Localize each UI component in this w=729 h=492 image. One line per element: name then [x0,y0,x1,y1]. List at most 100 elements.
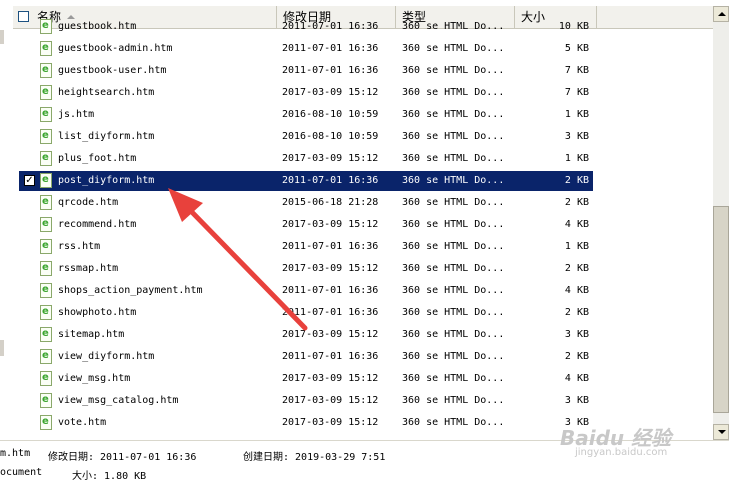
file-name: rss.htm [58,241,101,252]
pane-edge-segment [0,30,4,44]
file-date: 2011-07-01 16:36 [282,65,379,76]
file-type: 360 se HTML Do... [402,263,505,274]
file-row[interactable]: guestbook-user.htm 2011-07-01 16:36 360 se… [13,60,713,82]
file-row[interactable]: guestbook.htm 2011-07-01 16:36 360 se HTML… [13,16,713,38]
file-size: 10 KB [558,21,589,32]
file-date: 2017-03-09 15:12 [282,417,379,428]
html-file-icon [40,349,52,364]
file-date: 2011-07-01 16:36 [282,43,379,54]
file-row[interactable]: js.htm 2016-08-10 10:59 360 se HTML Do... 1… [13,104,713,126]
file-date: 2017-03-09 15:12 [282,153,379,164]
file-type: 360 se HTML Do... [402,21,505,32]
file-type: 360 se HTML Do... [402,351,505,362]
file-type: 360 se HTML Do... [402,109,505,120]
file-list-view[interactable]: 名称 修改日期 类型 大小 guestbook.htm2011-07-01 16… [13,6,713,440]
file-date: 2017-03-09 15:12 [282,263,379,274]
file-size: 5 KB [564,43,589,54]
file-name: view_msg_catalog.htm [58,395,179,406]
vertical-scrollbar[interactable] [713,6,729,440]
html-file-icon [40,107,52,122]
file-type: 360 se HTML Do... [402,131,505,142]
file-size: 4 KB [564,219,589,230]
html-file-icon [40,393,52,408]
html-file-icon [40,217,52,232]
file-row[interactable]: rssmap.htm 2017-03-09 15:12 360 se HTML Do… [13,258,713,280]
file-row[interactable]: view_msg.htm 2017-03-09 15:12 360 se HTML … [13,368,713,390]
file-row[interactable]: qrcode.htm 2015-06-18 21:28 360 se HTML Do… [13,192,713,214]
file-row[interactable]: recommend.htm 2017-03-09 15:12 360 se HTML… [13,214,713,236]
file-name: guestbook-admin.htm [58,43,173,54]
html-file-icon [40,41,52,56]
file-type: 360 se HTML Do... [402,329,505,340]
file-type: 360 se HTML Do... [402,219,505,230]
file-row[interactable]: guestbook-admin.htm 2011-07-01 16:36 360 s… [13,38,713,60]
file-name: rssmap.htm [58,263,119,274]
scroll-up-button[interactable] [713,6,729,22]
file-name: js.htm [58,109,95,120]
details-created: 创建日期: 2019-03-29 7:51 [243,452,386,463]
file-type: 360 se HTML Do... [402,307,505,318]
file-row[interactable]: plus_foot.htm 2017-03-09 15:12 360 se HTML… [13,148,713,170]
file-row[interactable]: rss.htm 2011-07-01 16:36 360 se HTML Do...… [13,236,713,258]
file-row[interactable]: view_diyform.htm 2011-07-01 16:36 360 se H… [13,346,713,368]
file-type: 360 se HTML Do... [402,175,505,186]
file-name: view_msg.htm [58,373,131,384]
file-row[interactable]: ✓ post_diyform.htm 2011-07-01 16:36 360 se … [13,170,713,192]
file-row[interactable]: list_diyform.htm 2016-08-10 10:59 360 se H… [13,126,713,148]
file-size: 2 KB [564,175,589,186]
html-file-icon [40,19,52,34]
file-name: sitemap.htm [58,329,125,340]
file-row[interactable]: showphoto.htm 2011-07-01 16:36 360 se HTML… [13,302,713,324]
file-row[interactable]: sitemap.htm 2017-03-09 15:12 360 se HTML D… [13,324,713,346]
file-row[interactable]: heightsearch.htm 2017-03-09 15:12 360 se H… [13,82,713,104]
file-type: 360 se HTML Do... [402,153,505,164]
html-file-icon [40,195,52,210]
file-name: heightsearch.htm [58,87,155,98]
file-name: guestbook-user.htm [58,65,167,76]
file-name: vote.htm [58,417,107,428]
file-size: 4 KB [564,373,589,384]
file-size: 3 KB [564,329,589,340]
file-type: 360 se HTML Do... [402,87,505,98]
scrollbar-thumb[interactable] [713,206,729,413]
html-file-icon [40,415,52,430]
file-date: 2017-03-09 15:12 [282,373,379,384]
file-size: 2 KB [564,263,589,274]
file-size: 3 KB [564,131,589,142]
file-type: 360 se HTML Do... [402,241,505,252]
watermark-url: jingyan.baidu.com [575,447,668,458]
file-name: list_diyform.htm [58,131,155,142]
details-size: 大小: 1.80 KB [72,471,147,482]
html-file-icon [40,283,52,298]
file-row[interactable]: shops_action_payment.htm 2011-07-01 16:36… [13,280,713,302]
file-date: 2016-08-10 10:59 [282,131,379,142]
file-date: 2015-06-18 21:28 [282,197,379,208]
html-file-icon [40,173,52,188]
file-date: 2011-07-01 16:36 [282,285,379,296]
file-type: 360 se HTML Do... [402,65,505,76]
file-type: 360 se HTML Do... [402,43,505,54]
file-size: 7 KB [564,65,589,76]
details-filename: m.htm [0,448,31,459]
html-file-icon [40,129,52,144]
file-name: qrcode.htm [58,197,119,208]
file-date: 2011-07-01 16:36 [282,21,379,32]
file-type: 360 se HTML Do... [402,395,505,406]
file-size: 2 KB [564,307,589,318]
html-file-icon [40,371,52,386]
file-row[interactable]: view_msg_catalog.htm 2017-03-09 15:12 360 … [13,390,713,412]
scroll-down-button[interactable] [713,424,729,440]
file-size: 4 KB [564,285,589,296]
row-checkbox[interactable]: ✓ [24,175,35,186]
details-modified: 修改日期: 2011-07-01 16:36 [48,452,197,463]
file-type: 360 se HTML Do... [402,285,505,296]
file-name: view_diyform.htm [58,351,155,362]
file-size: 2 KB [564,351,589,362]
file-date: 2017-03-09 15:12 [282,395,379,406]
file-name: recommend.htm [58,219,137,230]
html-file-icon [40,327,52,342]
file-date: 2011-07-01 16:36 [282,351,379,362]
file-type: 360 se HTML Do... [402,373,505,384]
file-type: 360 se HTML Do... [402,417,505,428]
html-file-icon [40,63,52,78]
